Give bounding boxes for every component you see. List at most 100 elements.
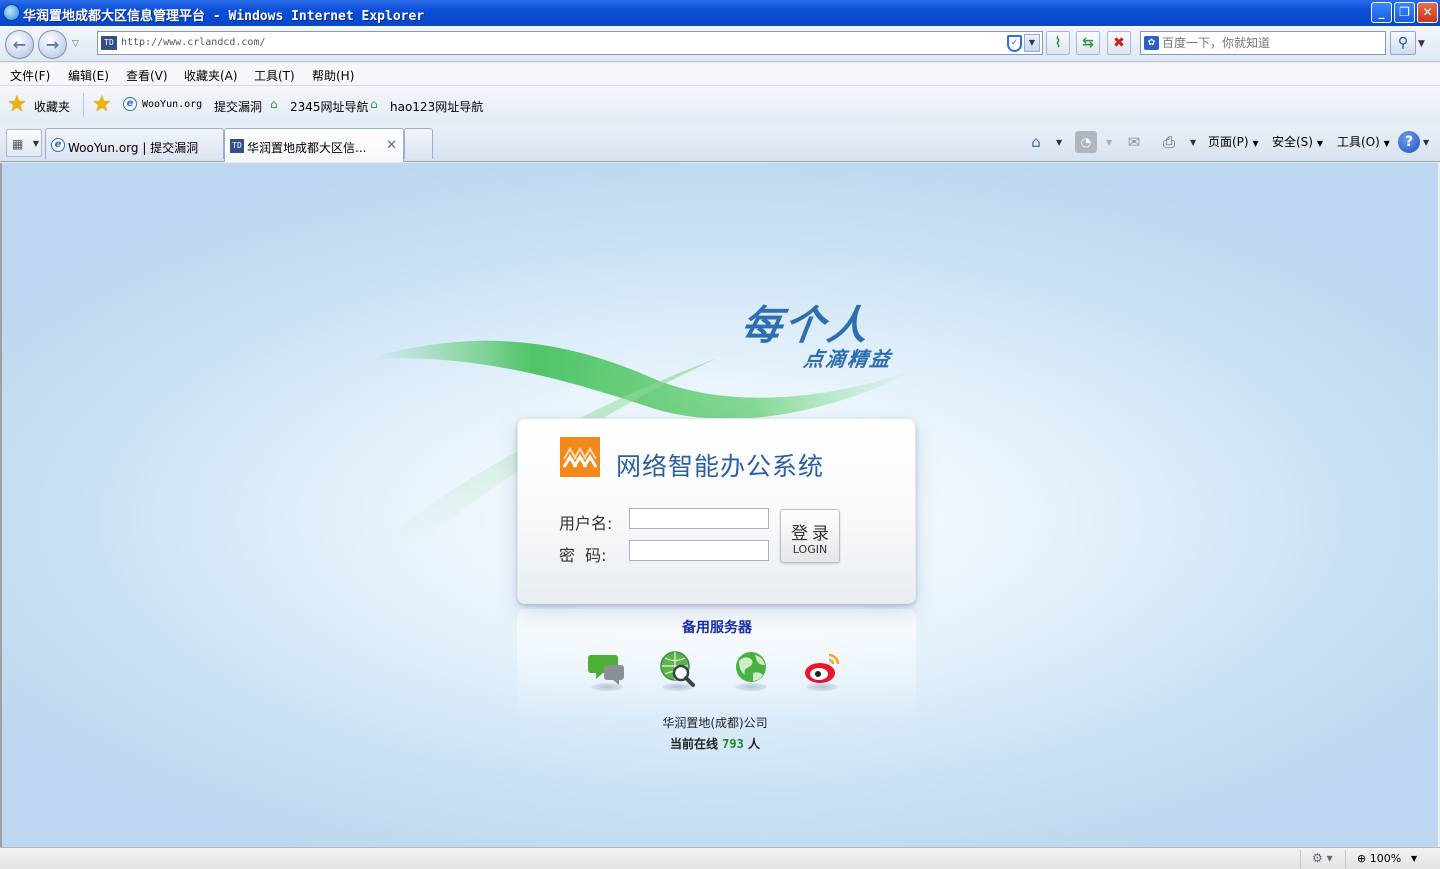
- browser-window: 华润置地成都大区信息管理平台 - Windows Internet Explor…: [0, 0, 1440, 869]
- crland-logo: [560, 437, 600, 477]
- login-label-en: LOGIN: [792, 543, 828, 556]
- fav-link-wooyun[interactable]: WooYun.org: [142, 99, 202, 110]
- page-menu-label: 页面(P): [1208, 135, 1249, 149]
- search-input[interactable]: [1162, 35, 1382, 51]
- stop-icon: ✖: [1113, 35, 1125, 51]
- online-count: 793: [722, 737, 744, 751]
- minimize-button[interactable]: _: [1371, 2, 1392, 23]
- online-prefix: 当前在线: [669, 737, 718, 751]
- chevron-down-icon[interactable]: ▼: [1411, 854, 1417, 863]
- tab-bar: ▦ ▼ e WooYun.org | 提交漏洞 TD 华润置地成都大区信... …: [0, 124, 1440, 162]
- tab-wooyun[interactable]: e WooYun.org | 提交漏洞: [45, 128, 224, 159]
- divider: [1300, 850, 1301, 868]
- tools-menu-label: 工具(O): [1337, 135, 1380, 149]
- username-label: 用户名:: [559, 514, 613, 533]
- close-tab-icon[interactable]: ✕: [386, 138, 397, 153]
- ie-page-icon: e: [123, 97, 137, 111]
- status-bar: ⚙ ▾ ⊕ 100% ▼: [0, 847, 1440, 869]
- window-title: 华润置地成都大区信息管理平台 - Windows Internet Explor…: [23, 9, 425, 24]
- tab-label: 华润置地成都大区信...: [247, 141, 367, 155]
- favorites-button[interactable]: 收藏夹: [34, 98, 70, 115]
- username-input[interactable]: [629, 508, 769, 529]
- rss-feed-icon[interactable]: ◔: [1075, 131, 1097, 153]
- menu-help[interactable]: 帮助(H): [312, 67, 354, 84]
- house-icon: ⌂: [370, 97, 378, 111]
- add-favorite-icon[interactable]: ★: [92, 94, 112, 116]
- login-button[interactable]: 登录 LOGIN: [780, 509, 840, 563]
- arrow-left-icon: ←: [12, 35, 27, 54]
- address-toolbar: ← → ▽ TD http://www.crlandcd.com/ ✓ ▼ ⌇ …: [0, 26, 1440, 62]
- chevron-down-icon[interactable]: ▼: [1190, 138, 1196, 147]
- backup-server-link[interactable]: 备用服务器: [622, 617, 812, 637]
- protected-mode-icon[interactable]: ⚙ ▾: [1312, 851, 1333, 865]
- ie-page-icon: e: [51, 138, 65, 152]
- chevron-down-icon: ▼: [1252, 139, 1259, 148]
- shield-icon[interactable]: ✓: [1007, 35, 1022, 52]
- home-icon[interactable]: ⌂: [1025, 131, 1047, 153]
- chevron-down-icon[interactable]: ▼: [33, 139, 39, 148]
- chevron-down-icon[interactable]: ▼: [1423, 138, 1429, 147]
- slogan-sub: 点滴精益: [802, 347, 894, 371]
- menu-view[interactable]: 查看(V): [126, 67, 168, 84]
- chat-app-button[interactable]: [587, 649, 627, 693]
- fav-link-hao123[interactable]: hao123网址导航: [390, 98, 483, 115]
- baidu-paw-icon: ✿: [1144, 36, 1159, 50]
- login-panel: 网络智能办公系统 用户名: 密 码: 登录 LOGIN: [517, 418, 916, 604]
- search-options-dropdown[interactable]: ▼: [1418, 39, 1425, 49]
- chevron-down-icon[interactable]: ▼: [1106, 138, 1112, 147]
- zoom-level[interactable]: ⊕ 100%: [1357, 852, 1401, 865]
- online-count-line: 当前在线 793 人: [622, 735, 808, 752]
- address-field[interactable]: TD http://www.crlandcd.com/ ✓ ▼: [97, 31, 1043, 55]
- refresh-button[interactable]: ⇆: [1076, 31, 1100, 55]
- page-content: 每个人 点滴精益 网络智能办公系统 用户名: 密 码: 登录 LOGIN 备用服…: [0, 163, 1440, 847]
- grid-icon: ▦: [12, 137, 24, 151]
- url-text[interactable]: http://www.crlandcd.com/: [121, 37, 266, 48]
- safety-menu-label: 安全(S): [1272, 135, 1313, 149]
- divider: [1345, 850, 1346, 868]
- fav-link-2345[interactable]: 2345网址导航: [290, 98, 369, 115]
- chevron-down-icon[interactable]: ▼: [1056, 138, 1062, 147]
- menu-file[interactable]: 文件(F): [10, 67, 50, 84]
- new-tab-button[interactable]: [404, 128, 433, 159]
- close-button[interactable]: ✕: [1417, 2, 1438, 23]
- mountain-logo-icon: [562, 447, 598, 468]
- title-bar: 华润置地成都大区信息管理平台 - Windows Internet Explor…: [0, 0, 1440, 26]
- search-button[interactable]: ⚲: [1390, 31, 1416, 55]
- online-suffix: 人: [748, 737, 761, 751]
- compatibility-view-button[interactable]: ⌇: [1046, 31, 1070, 55]
- history-dropdown-icon[interactable]: ▽: [72, 39, 79, 49]
- system-title: 网络智能办公系统: [616, 452, 825, 481]
- arrow-right-icon: →: [45, 35, 60, 54]
- chevron-down-icon: ▼: [1383, 139, 1390, 148]
- password-input[interactable]: [629, 540, 769, 561]
- weibo-app-button[interactable]: [802, 649, 842, 693]
- back-button[interactable]: ←: [5, 30, 34, 59]
- tab-crland[interactable]: TD 华润置地成都大区信... ✕: [224, 128, 404, 162]
- favorites-bar: ★ 收藏夹 ★ e WooYun.org 提交漏洞 ⌂ 2345网址导航 ⌂ h…: [0, 86, 1440, 124]
- ie-logo-icon: [3, 4, 20, 21]
- help-icon[interactable]: ?: [1398, 131, 1420, 153]
- favorites-star-icon[interactable]: ★: [7, 94, 27, 116]
- company-name: 华润置地(成都)公司: [662, 716, 768, 730]
- menu-favorites[interactable]: 收藏夹(A): [184, 67, 238, 84]
- menu-bar: 文件(F) 编辑(E) 查看(V) 收藏夹(A) 工具(T) 帮助(H): [0, 63, 1440, 86]
- print-icon[interactable]: ⎙: [1158, 131, 1180, 153]
- safety-menu-button[interactable]: 安全(S) ▼: [1272, 131, 1323, 155]
- web-search-app-button[interactable]: [658, 649, 698, 693]
- address-dropdown[interactable]: ▼: [1024, 34, 1040, 52]
- password-label: 密 码:: [559, 546, 607, 565]
- fav-link-submit-bug[interactable]: 提交漏洞: [214, 98, 262, 115]
- menu-tools[interactable]: 工具(T): [254, 67, 295, 84]
- tools-menu-button[interactable]: 工具(O) ▼: [1337, 131, 1390, 155]
- stop-button[interactable]: ✖: [1107, 31, 1131, 55]
- site-favicon: TD: [230, 139, 244, 153]
- internet-app-button[interactable]: [731, 649, 771, 693]
- menu-edit[interactable]: 编辑(E): [68, 67, 109, 84]
- forward-button[interactable]: →: [38, 30, 67, 59]
- quick-tabs-button[interactable]: ▦ ▼: [6, 129, 42, 157]
- login-label-cn: 登录: [791, 524, 833, 544]
- page-menu-button[interactable]: 页面(P) ▼: [1208, 131, 1259, 155]
- restore-button[interactable]: ❐: [1394, 2, 1415, 23]
- mail-icon[interactable]: ✉: [1123, 131, 1145, 153]
- search-box[interactable]: ✿: [1140, 31, 1386, 55]
